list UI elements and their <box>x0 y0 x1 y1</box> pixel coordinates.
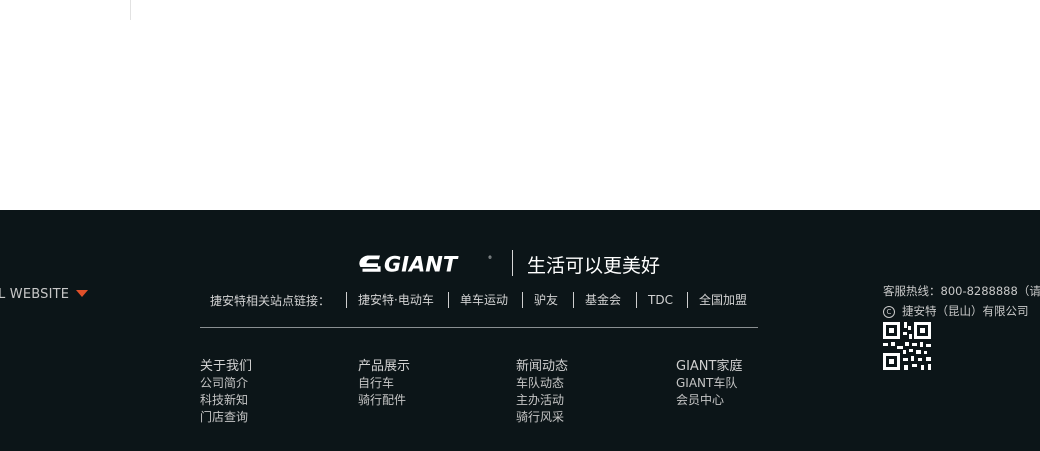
company-name: 捷安特（昆山）有限公司 <box>902 304 1029 318</box>
international-website-link[interactable]: L WEBSITE <box>0 287 69 302</box>
footer-link[interactable]: 骑行风采 <box>516 409 568 426</box>
footer-column-about: 关于我们 公司简介 科技新知 门店查询 <box>200 358 252 426</box>
link-donkey-friends[interactable]: 驴友 <box>522 292 558 308</box>
link-cycling-sport[interactable]: 单车运动 <box>448 292 508 308</box>
brand-slogan: 生活可以更美好 <box>527 255 661 277</box>
related-sites-label: 捷安特相关站点链接： <box>210 294 331 308</box>
column-heading[interactable]: GIANT家庭 <box>676 358 742 375</box>
footer-divider <box>200 327 758 328</box>
svg-text:GIANT: GIANT <box>384 253 459 276</box>
column-heading[interactable]: 产品展示 <box>358 358 410 375</box>
page-content-area <box>0 0 1040 210</box>
copyright-icon: C <box>883 305 895 318</box>
contact-info: 客服热线：800-8288888（请 C 捷安特（昆山）有限公司 <box>883 281 1040 321</box>
hotline-text: 客服热线：800-8288888（请 <box>883 284 1040 298</box>
footer-link[interactable]: 骑行配件 <box>358 392 410 409</box>
footer-link[interactable]: 主办活动 <box>516 392 568 409</box>
site-footer: L WEBSITE GIANT ® 生活可以更美好 捷安特相关站点链接： 捷安特… <box>0 210 1040 451</box>
column-heading[interactable]: 新闻动态 <box>516 358 568 375</box>
footer-link[interactable]: GIANT车队 <box>676 375 742 392</box>
column-heading[interactable]: 关于我们 <box>200 358 252 375</box>
svg-text:®: ® <box>488 255 492 260</box>
footer-link[interactable]: 车队动态 <box>516 375 568 392</box>
footer-link[interactable]: 门店查询 <box>200 409 252 426</box>
link-foundation[interactable]: 基金会 <box>573 292 621 308</box>
footer-link[interactable]: 科技新知 <box>200 392 252 409</box>
link-ebike[interactable]: 捷安特·电动车 <box>346 292 434 308</box>
divider <box>130 0 131 20</box>
footer-link[interactable]: 会员中心 <box>676 392 742 409</box>
footer-link[interactable]: 自行车 <box>358 375 410 392</box>
qr-code-icon <box>883 322 931 370</box>
brand-divider <box>512 250 513 276</box>
link-tdc[interactable]: TDC <box>636 292 673 308</box>
footer-column-products: 产品展示 自行车 骑行配件 <box>358 358 410 409</box>
copyright-line: C 捷安特（昆山）有限公司 <box>883 301 1040 321</box>
link-franchise[interactable]: 全国加盟 <box>687 292 747 308</box>
footer-column-news: 新闻动态 车队动态 主办活动 骑行风采 <box>516 358 568 426</box>
footer-link[interactable]: 公司简介 <box>200 375 252 392</box>
giant-logo[interactable]: GIANT ® <box>358 251 494 275</box>
footer-column-giant-family: GIANT家庭 GIANT车队 会员中心 <box>676 358 742 409</box>
caret-down-icon[interactable] <box>76 290 88 297</box>
